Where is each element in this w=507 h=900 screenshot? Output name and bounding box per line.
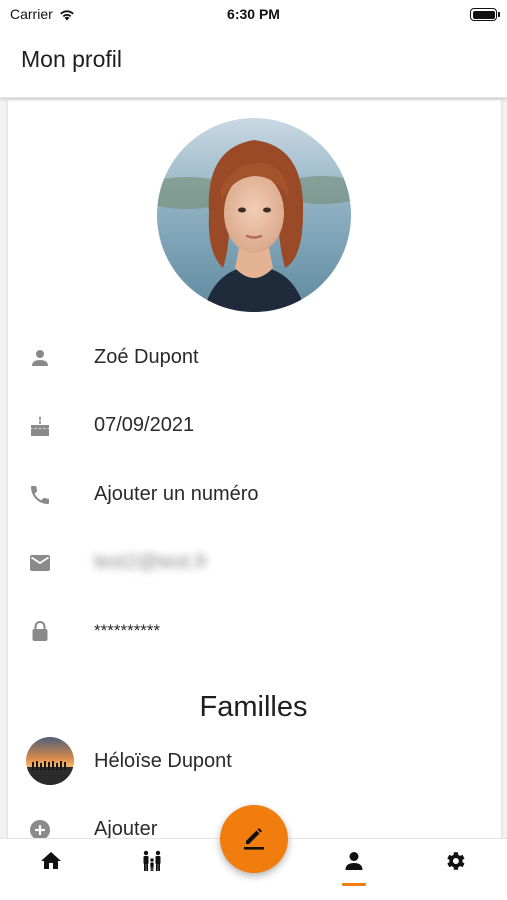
home-icon	[41, 852, 61, 869]
profile-email: test2@test.fr	[94, 551, 208, 573]
status-bar: Carrier 6:30 PM	[0, 0, 507, 28]
mail-icon	[28, 551, 52, 575]
add-phone-link[interactable]: Ajouter un numéro	[94, 483, 259, 506]
nav-profile[interactable]	[324, 839, 384, 900]
email-row[interactable]: test2@test.fr	[0, 543, 507, 583]
cake-icon	[28, 414, 52, 438]
edit-profile-button[interactable]	[220, 805, 288, 873]
profile-password: **********	[94, 621, 161, 640]
active-tab-indicator	[342, 883, 366, 886]
nav-family[interactable]	[122, 839, 182, 900]
family-item[interactable]: Héloïse Dupont	[0, 741, 507, 781]
profile-name: Zoé Dupont	[94, 346, 199, 368]
status-time: 6:30 PM	[227, 6, 280, 22]
families-title: Familles	[199, 691, 308, 723]
birthdate-row[interactable]: 07/09/2021	[0, 406, 507, 446]
page-title: Mon profil	[21, 46, 122, 72]
lock-icon	[28, 619, 52, 643]
profile-photo	[157, 118, 351, 312]
profile-avatar[interactable]	[157, 118, 351, 312]
nav-settings[interactable]	[425, 839, 485, 900]
nav-home[interactable]	[21, 839, 81, 900]
person-icon	[345, 852, 363, 870]
family-icon	[143, 850, 161, 871]
family-avatar	[26, 737, 74, 785]
password-row[interactable]: **********	[0, 611, 507, 651]
gear-icon	[447, 852, 465, 870]
edit-icon	[244, 828, 264, 850]
phone-row[interactable]: Ajouter un numéro	[0, 475, 507, 515]
profile-birthdate: 07/09/2021	[94, 414, 195, 436]
family-name: Héloïse Dupont	[94, 750, 232, 772]
battery-icon	[470, 8, 500, 21]
phone-icon	[28, 483, 52, 507]
app-bar: Mon profil	[0, 28, 507, 98]
person-icon	[28, 346, 52, 370]
name-row[interactable]: Zoé Dupont	[0, 338, 507, 378]
